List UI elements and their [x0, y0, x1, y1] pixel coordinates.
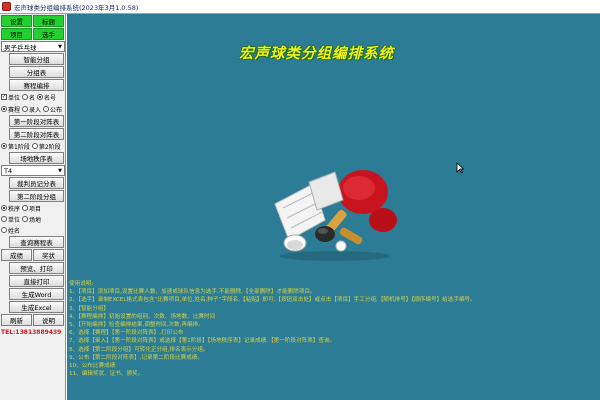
instructions-line: 8、选择【第二阶段分组】可转化正分组,排名表示分组。 — [69, 346, 209, 353]
instructions-line: 使用说明: — [69, 281, 94, 287]
order-name-radio[interactable] — [1, 227, 7, 233]
help-button[interactable]: 说明 — [33, 314, 64, 326]
query-schedule-button[interactable]: 查询赛程表 — [9, 236, 64, 248]
instructions-line: 1、【项目】添加项目,设置比赛人数、加速或球队信息为选手,不能删除,【全部删除】… — [69, 289, 316, 296]
notice-radio[interactable] — [43, 106, 50, 112]
stage1-table-button[interactable]: 第一阶段对阵表 — [9, 115, 64, 127]
ball-icon — [335, 240, 347, 252]
seed-radio[interactable] — [37, 94, 44, 100]
group-table-button[interactable]: 分组表 — [9, 66, 64, 78]
order-unit-radio[interactable] — [1, 216, 7, 222]
stage-options: 第1阶段 第2阶段 — [1, 141, 64, 151]
stage2-table-button[interactable]: 第二阶段对阵表 — [9, 128, 64, 140]
instructions-line: 4、【赛程编排】初始设置的组别、次数、场地数、比赛时间 — [69, 313, 216, 320]
preview-print-button[interactable]: 预览、打印 — [9, 262, 64, 274]
order-venue-radio[interactable] — [22, 216, 29, 222]
generate-word-button[interactable]: 生成Word — [9, 288, 64, 300]
order-name-option[interactable]: 姓名 — [1, 226, 20, 235]
smart-group-button[interactable]: 智能分组 — [9, 53, 64, 65]
name-display-options: ✓ 单位 名 名号 — [1, 92, 64, 102]
order-option[interactable]: 秩序 — [1, 204, 20, 213]
mode-schedule[interactable]: 赛程 — [1, 105, 20, 114]
instructions-line: 11、编辑奖状、证书、颁奖。 — [69, 371, 144, 378]
instructions-line: 6、选择【赛程】【第一阶段对阵表】,打印公布 — [69, 330, 184, 337]
events-button[interactable]: 项目 — [1, 28, 32, 40]
order-venue-option[interactable]: 场地 — [22, 215, 41, 224]
stage1-radio[interactable] — [1, 143, 7, 149]
instructions-line: 7、选择【录入】【第一阶段对阵表】或选择【第1阶段】【场地秩序表】记录成绩,【第… — [69, 338, 336, 345]
order-radio[interactable] — [1, 205, 7, 211]
order-options-2: 单位 场地 — [1, 214, 64, 224]
app-icon — [2, 2, 11, 11]
option-unit[interactable]: ✓ 单位 — [1, 93, 20, 102]
instructions-line: 10、公布比赛成绩 — [69, 363, 116, 370]
stage2-option[interactable]: 第2阶段 — [31, 142, 61, 151]
order-event-radio[interactable] — [22, 205, 29, 211]
mode-notice[interactable]: 公布 — [43, 105, 62, 114]
generate-excel-button[interactable]: 生成Excel — [9, 301, 64, 313]
results-button[interactable]: 成绩 — [1, 249, 32, 261]
chevron-down-icon: ▼ — [58, 167, 62, 174]
referee-record-button[interactable]: 裁判员记分表 — [9, 177, 64, 189]
contact-phone: TEL:13813889439 — [1, 329, 62, 336]
instructions: 使用说明: 1、【项目】添加项目,设置比赛人数、加速或球队信息为选手,不能删除,… — [69, 280, 597, 378]
title-bar: 宏声球类分组编排系统(2023年3月1.0.58) — [0, 0, 600, 14]
venue-order-button[interactable]: 场地秩序表 — [9, 152, 64, 164]
mode-entry[interactable]: 录入 — [22, 105, 41, 114]
window-title: 宏声球类分组编排系统(2023年3月1.0.58) — [14, 3, 139, 12]
name-radio[interactable] — [22, 94, 29, 100]
title-button[interactable]: 标题 — [33, 15, 64, 27]
app-heading: 宏声球类分组编排系统 — [239, 46, 394, 62]
stage2-group-button[interactable]: 第二阶段分组 — [9, 190, 64, 202]
option-seed[interactable]: 名号 — [37, 93, 56, 102]
unit-checkbox[interactable]: ✓ — [1, 94, 7, 100]
refresh-button[interactable]: 刷新 — [1, 314, 32, 326]
main-panel: 宏声球类分组编排系统 使用说明: 1、【项目】添加项目,设置比赛人数、加速或球队… — [67, 14, 600, 400]
instructions-line: 9、公布【第二阶段对阵表】,记录第二阶段比赛成绩。 — [69, 354, 203, 361]
instructions-line: 3、【智能分组】 — [69, 305, 109, 312]
direct-print-button[interactable]: 直接打印 — [9, 275, 64, 287]
stage2-radio[interactable] — [31, 143, 38, 149]
order-options-3: 姓名 — [1, 225, 64, 235]
players-button[interactable]: 选手 — [33, 28, 64, 40]
mouse-cursor-icon — [456, 162, 464, 174]
event-select-value: 男子乒乓球 — [4, 43, 37, 52]
entry-radio[interactable] — [22, 106, 29, 112]
match-arrange-button[interactable]: 赛程编排 — [9, 79, 64, 91]
left-panel: 设置 标题 项目 选手 男子乒乓球 ▼ 智能分组 分组表 赛程编排 ✓ 单位 名 … — [0, 14, 66, 400]
order-unit-option[interactable]: 单位 — [1, 215, 20, 224]
stage1-option[interactable]: 第1阶段 — [1, 142, 30, 151]
chevron-down-icon: ▼ — [58, 43, 62, 50]
table-count-select[interactable]: T4 ▼ — [1, 165, 65, 176]
instructions-line: 5、【开始编排】检查编排结果,调整时间,次数,再编排。 — [69, 322, 204, 329]
table-count-value: T4 — [4, 166, 13, 175]
schedule-radio[interactable] — [1, 106, 7, 112]
event-select[interactable]: 男子乒乓球 ▼ — [1, 41, 65, 52]
red-paddle-icon-2 — [339, 208, 397, 245]
settings-button[interactable]: 设置 — [1, 15, 32, 27]
awards-button[interactable]: 奖状 — [33, 249, 64, 261]
mode-options: 赛程 录入 公布 — [1, 104, 64, 114]
order-event-option[interactable]: 项目 — [22, 204, 41, 213]
instructions-line: 2、【选手】录制EXCEL格式表包含“比赛项目,单位,姓名,种子”字段名,【粘贴… — [69, 297, 476, 304]
order-options-1: 秩序 项目 — [1, 203, 64, 213]
option-name[interactable]: 名 — [22, 93, 35, 102]
ping-pong-illustration — [274, 170, 397, 261]
